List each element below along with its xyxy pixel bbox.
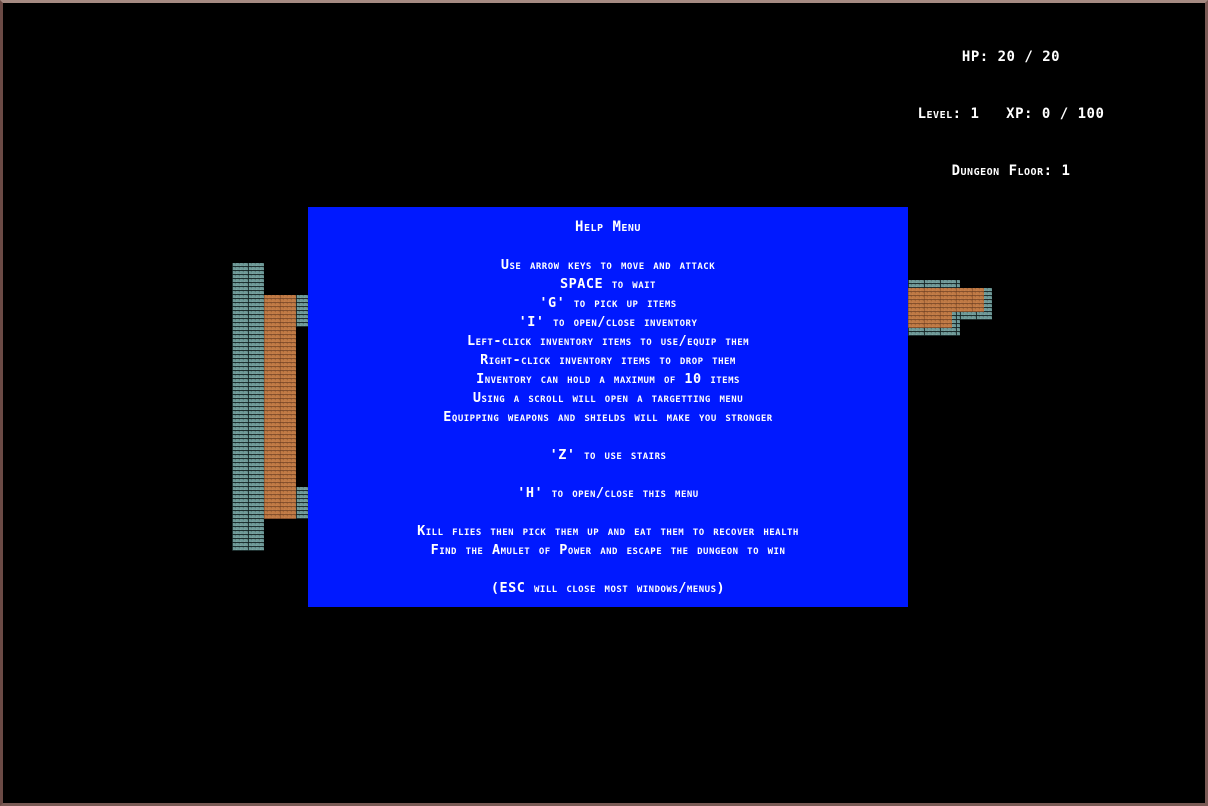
help-line: SPACE to wait: [560, 276, 656, 292]
game-window: HP: 20 / 20 Level: 1 XP: 0 / 100 Dungeon…: [0, 0, 1208, 806]
help-line: Kill flies then pick them up and eat the…: [417, 523, 799, 539]
help-line: 'G' to pick up items: [539, 295, 677, 311]
help-line: Right-click inventory items to drop them: [480, 352, 736, 368]
level-xp-readout: Level: 1 XP: 0 / 100: [917, 106, 1105, 122]
stone-wall-left: [232, 263, 264, 551]
help-line: Use arrow keys to move and attack: [500, 257, 716, 273]
help-line: Inventory can hold a maximum of 10 items: [476, 371, 740, 387]
hp-readout: HP: 20 / 20: [961, 49, 1061, 65]
dungeon-floor-readout: Dungeon Floor: 1: [951, 163, 1071, 179]
help-line: Equipping weapons and shields will make …: [443, 409, 773, 425]
game-map[interactable]: HP: 20 / 20 Level: 1 XP: 0 / 100 Dungeon…: [6, 6, 1205, 803]
floor-left: [264, 295, 296, 519]
help-line: 'H' to open/close this menu: [517, 485, 699, 501]
stone-wall-left-inner-top: [296, 295, 308, 327]
help-line: 'I' to open/close inventory: [518, 314, 698, 330]
floor-right: [908, 288, 984, 312]
stone-wall-left-inner-bottom: [296, 487, 308, 519]
status-hud: HP: 20 / 20 Level: 1 XP: 0 / 100 Dungeon…: [906, 10, 1116, 219]
help-line: Using a scroll will open a targetting me…: [472, 390, 744, 406]
floor-right-lower: [908, 312, 952, 328]
help-line: 'Z' to use stairs: [549, 447, 667, 463]
help-line: Left-click inventory items to use/equip …: [466, 333, 750, 349]
help-menu-title: Help Menu: [575, 219, 641, 235]
help-line: (ESC will close most windows/menus): [490, 580, 726, 596]
help-menu: Help Menu Use arrow keys to move and att…: [308, 207, 908, 607]
help-line: Find the Amulet of Power and escape the …: [430, 542, 786, 558]
